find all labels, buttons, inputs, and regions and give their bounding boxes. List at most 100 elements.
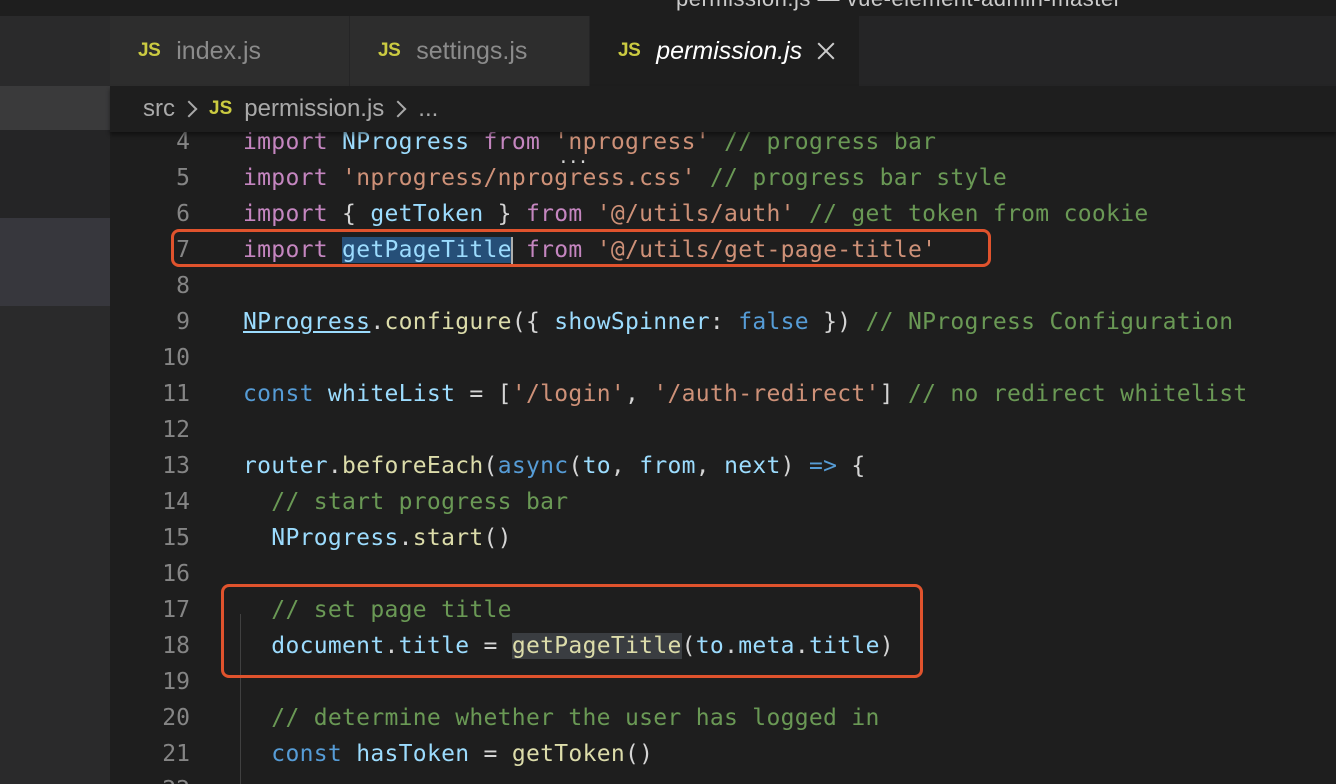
code-token: start — [412, 525, 484, 551]
code-token: title — [808, 633, 880, 659]
code-line[interactable]: 17 // set page title — [110, 592, 1336, 628]
tab-permission-js[interactable]: JS permission.js — [590, 16, 860, 86]
code-token: title — [398, 633, 470, 659]
code-token: { — [327, 201, 371, 227]
code-token: // determine whether the user has logged… — [271, 705, 880, 731]
code-token: // progress bar — [724, 132, 937, 155]
code-line[interactable]: 19 — [110, 664, 1336, 700]
code-line[interactable]: 12 — [110, 412, 1336, 448]
code-text[interactable]: NProgress.start() — [243, 520, 512, 556]
code-token: // get token from cookie — [808, 201, 1149, 227]
code-line[interactable]: 13 router.beforeEach(async(to, from, next… — [110, 448, 1336, 484]
title-bar: permission.js — vue-element-admin-master — [0, 0, 1336, 16]
code-token: import — [243, 201, 328, 227]
line-number: 14 — [162, 489, 190, 515]
code-token: . — [327, 453, 343, 479]
code-line[interactable]: 16 — [110, 556, 1336, 592]
code-token: import — [243, 132, 328, 155]
code-token: next — [724, 453, 781, 479]
code-text[interactable]: import getPageTitle from '@/utils/get-pa… — [243, 232, 936, 268]
code-editor[interactable]: ··· 4 import NProgress from 'nprogress' /… — [110, 132, 1336, 784]
code-token: . — [370, 309, 385, 335]
code-token: . — [794, 633, 809, 659]
code-token: const — [243, 381, 314, 407]
code-token: getToken — [511, 741, 626, 767]
close-icon[interactable] — [816, 41, 836, 61]
code-line[interactable]: 9 NProgress.configure({ showSpinner: fals… — [110, 304, 1336, 340]
sidebar-item[interactable] — [0, 86, 110, 130]
code-token: import — [243, 165, 328, 191]
code-token: NProgress — [342, 132, 470, 155]
code-token: false — [738, 309, 809, 335]
tab-settings-js[interactable]: JS settings.js — [350, 16, 590, 86]
sidebar-item-selected[interactable] — [0, 218, 110, 306]
code-token: '/login' — [511, 381, 626, 407]
code-token: NProgress — [271, 525, 399, 551]
code-token: ] — [879, 381, 908, 407]
code-token: '@/utils/get-page-title' — [596, 237, 937, 263]
breadcrumb-folder[interactable]: src — [143, 95, 175, 123]
code-token: = — [469, 741, 512, 767]
line-number: 13 — [162, 453, 190, 479]
line-number: 5 — [176, 165, 190, 191]
code-token: () — [625, 741, 654, 767]
code-token: '/auth-redirect' — [653, 381, 880, 407]
line-number: 20 — [162, 705, 190, 731]
code-text[interactable]: const hasToken = getToken() — [243, 736, 653, 772]
code-line[interactable]: 4 import NProgress from 'nprogress' // pr… — [110, 132, 1336, 160]
code-text[interactable]: // start progress bar — [243, 484, 568, 520]
code-token: , — [625, 381, 654, 407]
code-text[interactable]: document.title = getPageTitle(to.meta.ti… — [243, 628, 894, 664]
code-line[interactable]: 7 import getPageTitle from '@/utils/get-p… — [110, 232, 1336, 268]
code-line[interactable]: 10 — [110, 340, 1336, 376]
code-token: ) — [879, 633, 894, 659]
code-token: , — [610, 453, 640, 479]
code-token: . — [384, 633, 399, 659]
code-text[interactable]: import 'nprogress/nprogress.css' // prog… — [243, 160, 1007, 196]
code-line[interactable]: 5 import 'nprogress/nprogress.css' // pro… — [110, 160, 1336, 196]
code-line[interactable]: 14 // start progress bar — [110, 484, 1336, 520]
line-number: 18 — [162, 633, 190, 659]
code-token: NProgress — [243, 309, 371, 335]
breadcrumb-file[interactable]: permission.js — [244, 95, 384, 123]
code-line[interactable]: 6 import { getToken } from '@/utils/auth'… — [110, 196, 1336, 232]
js-file-icon: JS — [138, 40, 161, 61]
line-number: 7 — [176, 237, 190, 263]
code-line[interactable]: 22 — [110, 772, 1336, 784]
line-number: 8 — [176, 273, 190, 299]
line-number: 22 — [110, 772, 190, 784]
line-number: 15 — [162, 525, 190, 551]
js-file-icon: JS — [378, 40, 401, 61]
code-token: // NProgress Configuration — [865, 309, 1234, 335]
code-text[interactable]: // determine whether the user has logged… — [243, 700, 880, 736]
code-line[interactable]: 20 // determine whether the user has log… — [110, 700, 1336, 736]
line-number: 12 — [162, 417, 190, 443]
code-token: whiteList — [327, 381, 456, 407]
code-text[interactable]: // set page title — [243, 592, 512, 628]
code-line[interactable]: 11 const whiteList = ['/login', '/auth-re… — [110, 376, 1336, 412]
breadcrumb-more[interactable]: ... — [418, 95, 438, 123]
code-text[interactable]: import NProgress from 'nprogress' // pro… — [243, 132, 936, 160]
code-token: // start progress bar — [271, 489, 569, 515]
code-token: ({ — [511, 309, 555, 335]
code-line[interactable]: 21 const hasToken = getToken() — [110, 736, 1336, 772]
code-line[interactable]: 15 NProgress.start() — [110, 520, 1336, 556]
code-text[interactable]: router.beforeEach(async(to, from, next) … — [243, 448, 866, 484]
code-line[interactable]: 8 — [110, 268, 1336, 304]
code-text[interactable]: const whiteList = ['/login', '/auth-redi… — [243, 376, 1248, 412]
tab-index-js[interactable]: JS index.js — [110, 16, 350, 86]
code-line[interactable]: 18 document.title = getPageTitle(to.meta… — [110, 628, 1336, 664]
code-text[interactable]: NProgress.configure({ showSpinner: false… — [243, 304, 1233, 340]
code-token: // no redirect whitelist — [907, 381, 1248, 407]
code-text[interactable]: import { getToken } from '@/utils/auth' … — [243, 196, 1149, 232]
code-token: router — [243, 453, 328, 479]
tab-label: settings.js — [416, 36, 528, 65]
